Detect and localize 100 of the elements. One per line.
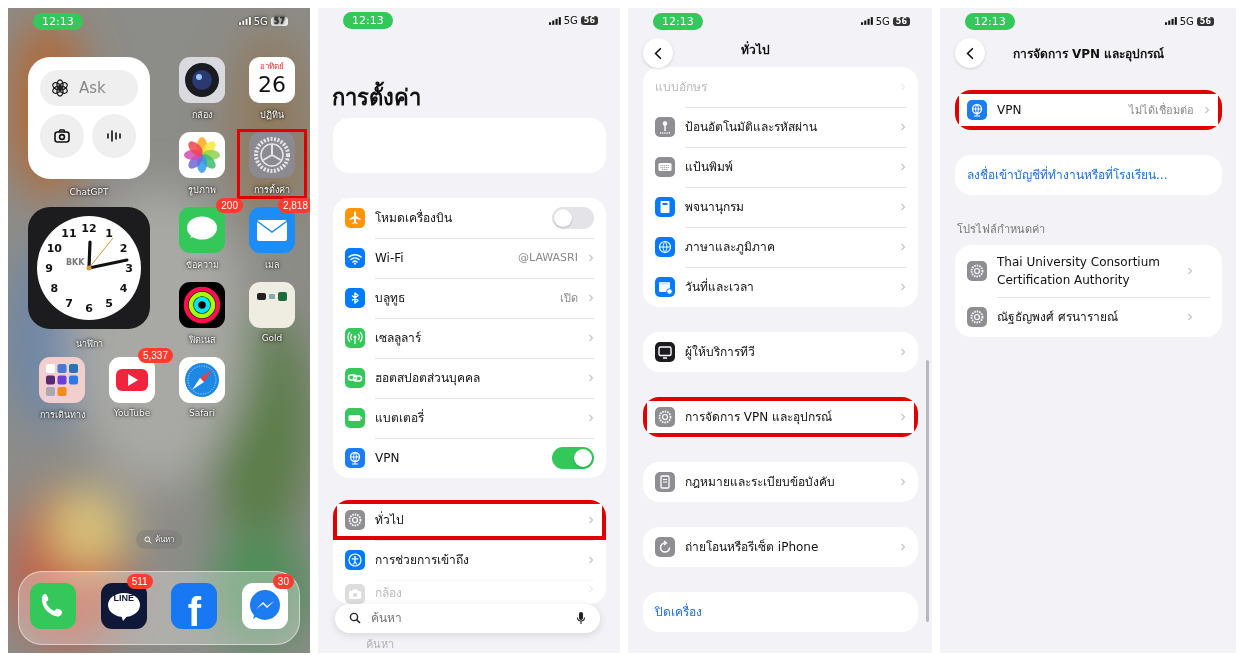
settings-row[interactable]: ณัฐธัญพงศ์ ศรนารายณ์ bbox=[955, 297, 1222, 337]
clock-numeral: 2 bbox=[119, 241, 128, 255]
document-icon bbox=[655, 472, 675, 492]
speech-bubble-icon bbox=[106, 591, 141, 621]
status-time: 12:13 bbox=[343, 12, 393, 29]
settings-row[interactable]: Wi-Fi @LAWASRI bbox=[333, 237, 606, 278]
flower-icon bbox=[179, 132, 225, 178]
app-button[interactable] bbox=[241, 583, 288, 629]
clock-widget[interactable]: 11 12 1 10 2 9 3 8 4 7 6 5 BKK bbox=[28, 207, 150, 329]
network-label: 5G bbox=[1179, 15, 1194, 27]
search-field[interactable]: ค้นหา bbox=[335, 603, 600, 633]
settings-row[interactable]: การจัดการ VPN และอุปกรณ์ bbox=[643, 397, 918, 437]
settings-row[interactable]: ทั่วไป bbox=[333, 499, 606, 540]
lens-icon bbox=[179, 57, 225, 103]
settings-row[interactable]: แป้นพิมพ์ bbox=[643, 147, 918, 187]
back-button[interactable] bbox=[643, 38, 673, 68]
clock-numeral: 9 bbox=[45, 261, 53, 275]
chevron-icon bbox=[588, 332, 594, 343]
chevron-icon bbox=[588, 292, 594, 303]
camera-icon bbox=[52, 126, 72, 146]
scrollbar[interactable] bbox=[926, 360, 929, 622]
clock-numeral: 3 bbox=[125, 261, 133, 275]
chevron-icon bbox=[900, 242, 906, 252]
settings-row[interactable]: ผู้ให้บริการทีวี bbox=[643, 332, 918, 372]
settings-row[interactable]: VPN bbox=[333, 437, 606, 478]
settings-row[interactable]: แบตเตอรี่ bbox=[333, 397, 606, 438]
network-label: 5G bbox=[875, 15, 890, 27]
settings-row[interactable]: เซลลูลาร์ bbox=[333, 317, 606, 358]
app-button[interactable]: การตั้งค่า bbox=[237, 129, 307, 199]
nav-title: ทั่วไป bbox=[740, 40, 771, 59]
battery-indicator: 56 bbox=[1196, 16, 1214, 26]
toggle-switch[interactable] bbox=[552, 446, 594, 469]
signal-icon bbox=[1164, 17, 1177, 25]
chevron-icon bbox=[966, 46, 974, 60]
globe-icon bbox=[967, 100, 987, 120]
camera-icon bbox=[345, 583, 365, 604]
clock-numeral: 8 bbox=[50, 281, 59, 295]
calendar-icon bbox=[655, 277, 675, 297]
app-button[interactable]: อาทิตย์ 26 ปฏิทิน bbox=[237, 54, 307, 124]
toggle-switch[interactable] bbox=[552, 206, 594, 229]
chevron-icon bbox=[900, 347, 906, 357]
settings-row[interactable]: บลูทูธ เปิด bbox=[333, 277, 606, 318]
search-input[interactable]: ค้นหา bbox=[369, 610, 568, 627]
clock-city: BKK bbox=[66, 258, 85, 267]
calendar-date: 26 bbox=[258, 73, 286, 97]
network-label: 5G bbox=[253, 15, 268, 27]
app-folder-icon bbox=[39, 357, 85, 403]
clock-numeral: 5 bbox=[105, 296, 113, 310]
airplane-icon bbox=[345, 207, 365, 228]
settings-row[interactable]: ปิดเครื่อง bbox=[643, 592, 918, 632]
clock-numeral: 11 bbox=[61, 226, 77, 240]
signal-icon bbox=[548, 16, 561, 25]
settings-row[interactable]: โหมดเครื่องบิน bbox=[333, 197, 606, 238]
calendar-weekday: อาทิตย์ bbox=[260, 61, 284, 73]
chevron-icon bbox=[900, 122, 906, 132]
chevron-icon bbox=[1187, 312, 1193, 322]
settings-row[interactable]: กฎหมายและระเบียบข้อบังคับ bbox=[643, 462, 918, 502]
settings-row[interactable]: ภาษาและภูมิภาค bbox=[643, 227, 918, 267]
gear-icon bbox=[655, 407, 675, 427]
signal-icon bbox=[860, 17, 873, 25]
chevron-icon bbox=[900, 202, 906, 212]
chevron-icon bbox=[654, 46, 662, 60]
globe-icon bbox=[655, 237, 675, 257]
settings-row[interactable]: พจนานุกรม bbox=[643, 187, 918, 227]
clock-numeral: 6 bbox=[85, 301, 93, 315]
camera-button[interactable] bbox=[40, 114, 84, 158]
clock-numeral: 4 bbox=[119, 281, 128, 295]
battery-indicator: 56 bbox=[580, 16, 598, 25]
search-icon bbox=[349, 612, 361, 625]
settings-row[interactable]: ลงชื่อเข้าบัญชีที่ทำงานหรือที่โรงเรียน... bbox=[955, 155, 1222, 195]
bluetooth-icon bbox=[345, 287, 365, 308]
chevron-icon bbox=[1187, 266, 1193, 276]
voice-button[interactable] bbox=[92, 114, 136, 158]
settings-row[interactable]: วันที่และเวลา bbox=[643, 267, 918, 307]
logo-text: LINE bbox=[112, 593, 135, 603]
settings-row[interactable]: ป้อนอัตโนมัติและรหัสผ่าน bbox=[643, 107, 918, 147]
link-icon bbox=[345, 367, 365, 388]
rosette-icon bbox=[50, 78, 70, 98]
app-button[interactable] bbox=[30, 583, 76, 629]
search-icon bbox=[144, 535, 152, 544]
chevron-icon bbox=[900, 412, 906, 422]
settings-row[interactable]: VPN ไม่ได้เชื่อมต่อ bbox=[955, 90, 1222, 130]
rings-icon bbox=[179, 282, 225, 328]
settings-row[interactable]: ถ่ายโอนหรือรีเซ็ต iPhone bbox=[643, 527, 918, 567]
app-button[interactable]: f bbox=[171, 583, 218, 629]
chat-bubble-icon bbox=[241, 583, 288, 629]
book-icon bbox=[655, 197, 675, 217]
page-title: การตั้งค่า bbox=[332, 83, 620, 113]
back-button[interactable] bbox=[955, 38, 985, 68]
search-pill[interactable]: ค้นหา bbox=[136, 530, 182, 549]
settings-row[interactable]: การช่วยการเข้าถึง bbox=[333, 539, 606, 580]
app-button[interactable]: Gold bbox=[237, 279, 307, 349]
settings-row[interactable]: ฮอตสปอตส่วนบุคคล bbox=[333, 357, 606, 398]
settings-row[interactable]: Thai University Consortium Certification Authority bbox=[955, 245, 1222, 297]
microphone-icon bbox=[576, 611, 586, 626]
gear-icon bbox=[249, 132, 295, 178]
tv-icon bbox=[655, 342, 675, 362]
nav-title: การจัดการ VPN และอุปกรณ์ bbox=[1011, 45, 1166, 63]
accessibility-icon bbox=[345, 549, 365, 570]
chevron-icon bbox=[588, 252, 594, 263]
